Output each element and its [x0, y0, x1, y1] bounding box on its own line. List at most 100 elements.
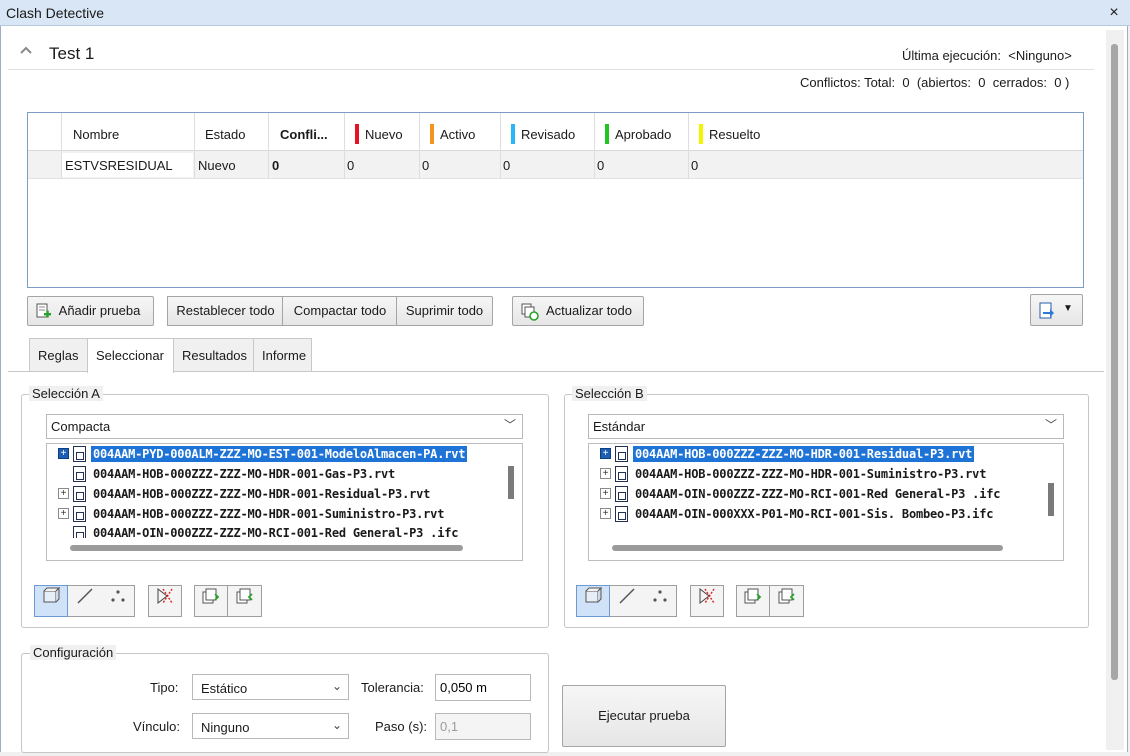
cell-conflicts: 0 [272, 158, 280, 173]
surfaces-icon [585, 586, 603, 603]
selection-b-title: Selección B [572, 386, 647, 401]
header-reviewed[interactable]: Revisado [521, 127, 575, 142]
surfaces-icon [43, 586, 61, 603]
self-intersect-icon [157, 587, 173, 605]
header-resolved[interactable]: Resuelto [709, 127, 760, 142]
compact-all-button[interactable]: Compactar todo [282, 296, 397, 326]
expand-icon[interactable]: + [600, 448, 611, 459]
tolerance-input[interactable] [435, 674, 531, 701]
reset-all-button[interactable]: Restablecer todo [167, 296, 283, 326]
tree-item[interactable]: 004AAM-HOB-000ZZZ-ZZZ-MO-HDR-001-Gas-P3.… [93, 467, 395, 481]
col-divider [61, 113, 62, 179]
col-divider [194, 113, 195, 179]
selection-a-mode-value: Compacta [51, 419, 111, 434]
select-surfaces-button[interactable] [576, 585, 610, 617]
header-active[interactable]: Activo [440, 127, 475, 142]
header-conflicts[interactable]: Confli... [280, 127, 328, 142]
selection-b-mode-select[interactable]: Estándar ﹀ [588, 414, 1064, 439]
delete-all-button[interactable]: Suprimir todo [396, 296, 493, 326]
load-selection-button[interactable] [228, 585, 262, 617]
tree-item[interactable]: 004AAM-PYD-000ALM-ZZZ-MO-EST-001-ModeloA… [91, 446, 468, 462]
tree-item[interactable]: 004AAM-OIN-000XXX-P01-MO-RCI-001-Sis. Bo… [635, 507, 993, 521]
flag-approved [605, 124, 609, 144]
run-test-button[interactable]: Ejecutar prueba [562, 685, 726, 747]
load-selection-icon [236, 588, 253, 604]
tree-item[interactable]: 004AAM-HOB-000ZZZ-ZZZ-MO-HDR-001-Residua… [93, 487, 430, 501]
cell-active: 0 [422, 158, 430, 173]
expand-icon[interactable]: + [600, 468, 611, 479]
tree-item[interactable]: 004AAM-HOB-000ZZZ-ZZZ-MO-HDR-001-Suminis… [93, 507, 444, 521]
select-lines-button[interactable] [610, 585, 644, 617]
link-select[interactable]: Ninguno ⌄ [192, 713, 349, 739]
add-test-button[interactable]: Añadir prueba [27, 296, 154, 326]
selection-a-mode-select[interactable]: Compacta ﹀ [46, 414, 523, 439]
vertical-scrollbar-thumb[interactable] [1111, 44, 1118, 680]
update-all-label: Actualizar todo [546, 303, 632, 318]
last-run-info: Última ejecución: <Ninguno> [902, 48, 1072, 63]
conflicts-closed-label: cerrados: [992, 75, 1047, 90]
tree-item-clip: 004AAM-OIN-000ZZZ-ZZZ-MO-RCI-001-Red Gen… [47, 524, 502, 538]
self-intersect-button[interactable] [690, 585, 724, 617]
col-divider [419, 113, 420, 179]
tree-item[interactable]: 004AAM-OIN-000ZZZ-ZZZ-MO-RCI-001-Red Gen… [635, 487, 1000, 501]
tree-hscroll-thumb[interactable] [70, 545, 463, 551]
configuration-title: Configuración [30, 645, 117, 660]
tab-report[interactable]: Informe [253, 338, 312, 371]
chevron-up-icon[interactable] [18, 42, 34, 58]
window-title: Clash Detective [6, 5, 105, 21]
tree-vscroll-thumb[interactable] [1048, 483, 1054, 516]
expand-icon[interactable]: + [58, 448, 69, 459]
cell-name[interactable]: ESTVSRESIDUAL [65, 158, 173, 173]
header-new[interactable]: Nuevo [365, 127, 403, 142]
conflicts-total: 0 [902, 75, 910, 90]
flag-resolved [699, 124, 703, 144]
export-dropdown-button[interactable]: ▼ [1030, 294, 1083, 326]
tree-item[interactable]: 004AAM-OIN-000ZZZ-ZZZ-MO-RCI-001-Red Gen… [93, 526, 458, 538]
line-icon [76, 588, 93, 604]
points-icon [110, 590, 125, 602]
header-state[interactable]: Estado [205, 127, 245, 142]
tree-item[interactable]: 004AAM-HOB-000ZZZ-ZZZ-MO-HDR-001-Suminis… [635, 467, 986, 481]
select-surfaces-button[interactable] [34, 585, 68, 617]
load-selection-icon [778, 588, 795, 604]
file-icon [73, 486, 86, 502]
flag-active [430, 124, 434, 144]
close-icon[interactable]: × [1104, 3, 1124, 23]
select-points-button[interactable] [101, 585, 135, 617]
update-all-button[interactable]: Actualizar todo [512, 296, 644, 326]
expand-icon[interactable]: + [58, 488, 69, 499]
points-icon [652, 590, 667, 602]
cell-resolved: 0 [691, 158, 699, 173]
add-test-label: Añadir prueba [58, 303, 141, 318]
tab-rules[interactable]: Reglas [29, 338, 88, 371]
chevron-down-icon: ⌄ [331, 718, 342, 732]
type-label: Tipo: [150, 680, 179, 695]
cell-state[interactable]: Nuevo [198, 158, 236, 173]
tree-hscroll-thumb[interactable] [612, 545, 1003, 551]
load-selection-button[interactable] [770, 585, 804, 617]
select-lines-button[interactable] [68, 585, 102, 617]
tab-results[interactable]: Resultados [173, 338, 254, 371]
select-points-button[interactable] [643, 585, 677, 617]
tree-vscroll-thumb[interactable] [508, 466, 514, 499]
save-selection-button[interactable] [194, 585, 228, 617]
header-name[interactable]: Nombre [73, 127, 119, 142]
col-divider [594, 113, 595, 179]
expand-icon[interactable]: + [600, 488, 611, 499]
last-run-value: <Ninguno> [1008, 48, 1072, 63]
save-selection-button[interactable] [736, 585, 770, 617]
col-divider [688, 113, 689, 179]
self-intersect-icon [699, 587, 715, 605]
header-approved[interactable]: Aprobado [615, 127, 671, 142]
link-value: Ninguno [201, 720, 250, 735]
self-intersect-button[interactable] [148, 585, 182, 617]
save-selection-icon [744, 588, 762, 604]
type-select[interactable]: Estático ⌄ [192, 674, 349, 700]
save-selection-icon [202, 588, 220, 604]
expand-icon[interactable]: + [58, 508, 69, 519]
file-icon [615, 446, 628, 462]
expand-icon[interactable]: + [600, 508, 611, 519]
tree-item[interactable]: 004AAM-HOB-000ZZZ-ZZZ-MO-HDR-001-Residua… [633, 446, 975, 462]
tab-select[interactable]: Seleccionar [87, 338, 174, 373]
step-input[interactable] [435, 713, 531, 740]
